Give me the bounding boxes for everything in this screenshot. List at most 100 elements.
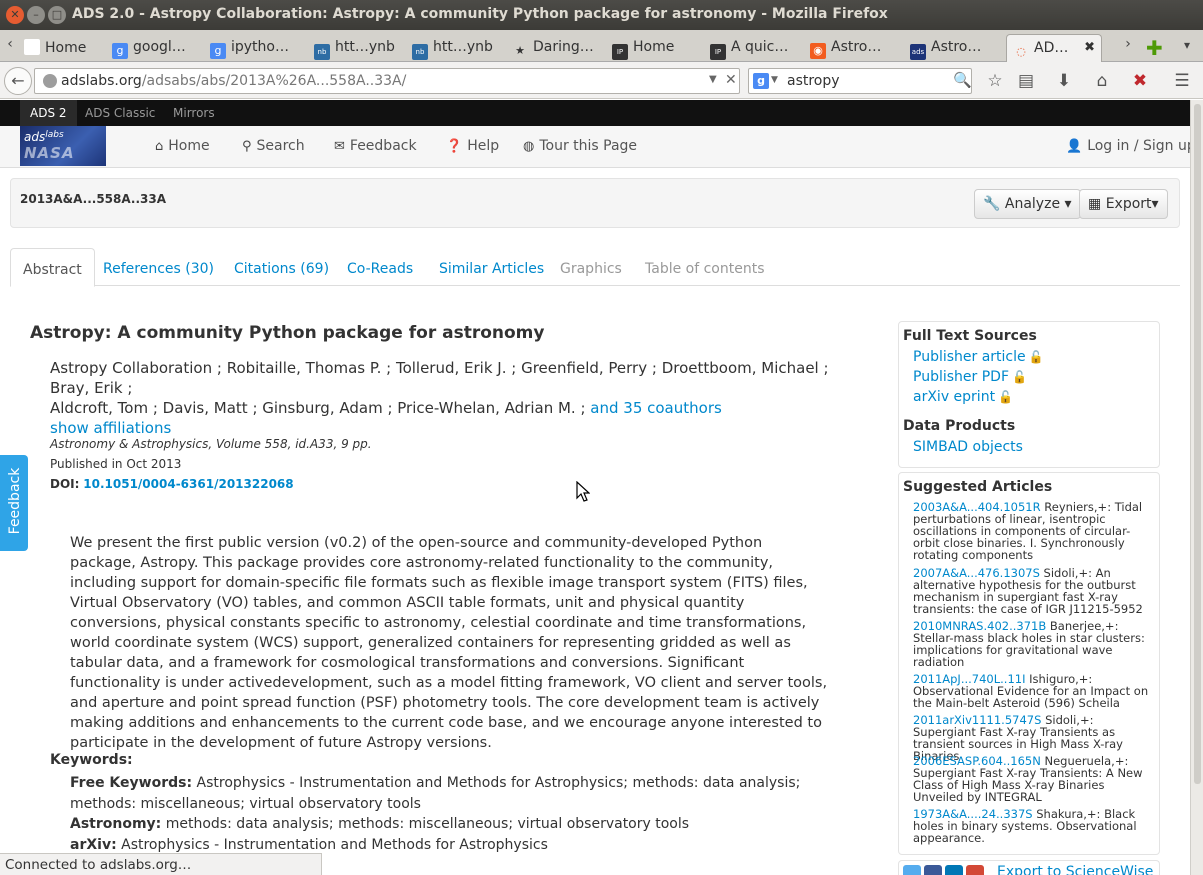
search-input[interactable]: astropy bbox=[787, 73, 840, 89]
author-list: Astropy Collaboration ; Robitaille, Thom… bbox=[50, 358, 850, 438]
browser-tab[interactable]: IP Home bbox=[606, 34, 702, 62]
simbad-objects-link[interactable]: SIMBAD objects bbox=[913, 439, 1023, 455]
window-title: ADS 2.0 - Astropy Collaboration: Astropy… bbox=[72, 6, 888, 22]
google-engine-icon[interactable]: g bbox=[753, 73, 769, 89]
publication-info: Astronomy & Astrophysics, Volume 558, id… bbox=[50, 434, 372, 494]
browser-tab[interactable]: ◉ Astro… bbox=[804, 34, 902, 62]
browser-tab[interactable]: nb htt…ynb bbox=[406, 34, 504, 62]
publisher-article-label: Publisher article bbox=[913, 349, 1026, 365]
analyze-button[interactable]: 🔧 Analyze ▾ bbox=[974, 189, 1081, 219]
back-button[interactable]: ← bbox=[4, 67, 32, 95]
tab-co-reads[interactable]: Co-Reads bbox=[347, 261, 413, 277]
ads-classic-link[interactable]: ADS Classic bbox=[85, 106, 155, 120]
doi-link[interactable]: 10.1051/0004-6361/201322068 bbox=[83, 477, 293, 491]
browser-tab[interactable]: IP A quic… bbox=[704, 34, 802, 62]
new-tab-icon[interactable]: ✚ bbox=[1146, 36, 1163, 60]
nav-tour[interactable]: ◍ Tour this Page bbox=[523, 138, 637, 154]
nav-help[interactable]: ❓ Help bbox=[446, 138, 499, 154]
astronomy-keywords-value: methods: data analysis; methods: miscell… bbox=[165, 816, 690, 832]
page-title: Astropy: A community Python package for … bbox=[30, 323, 545, 343]
publisher-article-link[interactable]: Publisher article 🔓 bbox=[913, 349, 1044, 365]
url-host: adslabs.org bbox=[61, 73, 142, 89]
tab-references[interactable]: References (30) bbox=[103, 261, 214, 277]
export-sciencewise-link[interactable]: Export to ScienceWise bbox=[997, 864, 1153, 875]
stop-icon[interactable]: ✕ bbox=[725, 72, 737, 88]
tabs-scroll-right-icon[interactable]: › bbox=[1120, 36, 1136, 56]
bookmarks-list-icon[interactable]: ▤ bbox=[1015, 71, 1037, 91]
suggested-articles-box: Suggested Articles 2003A&A...404.1051R R… bbox=[898, 472, 1160, 855]
scrollbar-thumb[interactable] bbox=[1194, 104, 1201, 784]
browser-tab[interactable]: g ipytho… bbox=[204, 34, 306, 62]
adslabs-logo[interactable]: adslabs NASA bbox=[20, 126, 106, 166]
browser-navbar: ← adslabs.org/adsabs/abs/2013A%26A...558… bbox=[0, 62, 1203, 99]
feedback-side-tab[interactable]: Feedback bbox=[0, 455, 28, 551]
browser-tab-label: Home bbox=[633, 39, 675, 55]
tabs-scroll-left-icon[interactable]: ‹ bbox=[2, 36, 18, 56]
page-scrollbar[interactable] bbox=[1190, 100, 1203, 875]
page-icon bbox=[24, 39, 40, 55]
window-maximize-button[interactable]: □ bbox=[48, 6, 66, 24]
search-bar[interactable]: g ▼ astropy 🔍 bbox=[748, 68, 972, 94]
tab-graphics: Graphics bbox=[560, 261, 622, 277]
linkedin-icon[interactable] bbox=[945, 865, 963, 875]
browser-tab[interactable]: nb htt…ynb bbox=[308, 34, 404, 62]
twitter-icon[interactable] bbox=[903, 865, 921, 875]
browser-tab[interactable]: ◌ AD… ✖ bbox=[1006, 34, 1102, 62]
browser-tab[interactable]: ads Astro… bbox=[904, 34, 1004, 62]
google-icon: g bbox=[112, 43, 128, 59]
browser-tab[interactable]: ★ Daring… bbox=[506, 34, 604, 62]
window-minimize-button[interactable]: – bbox=[27, 6, 45, 24]
feedback-side-tab-label: Feedback bbox=[7, 467, 23, 535]
mouse-cursor-icon bbox=[576, 481, 590, 502]
browser-tab-label: A quic… bbox=[731, 39, 789, 55]
caret-down-icon: ▾ bbox=[1064, 196, 1072, 212]
googleplus-icon[interactable] bbox=[966, 865, 984, 875]
addon-icon[interactable]: ✖ bbox=[1129, 71, 1151, 91]
question-icon: ❓ bbox=[446, 139, 463, 154]
facebook-icon[interactable] bbox=[924, 865, 942, 875]
browser-tab-label: googl… bbox=[133, 39, 186, 55]
envelope-icon: ✉ bbox=[334, 139, 345, 154]
suggested-article: 2003A&A...404.1051R Reyniers,+: Tidal pe… bbox=[913, 501, 1155, 561]
login-link[interactable]: 👤 Log in / Sign up bbox=[1066, 138, 1196, 154]
publisher-pdf-link[interactable]: Publisher PDF 🔓 bbox=[913, 369, 1027, 385]
tab-similar-articles[interactable]: Similar Articles bbox=[439, 261, 544, 277]
globe-icon bbox=[43, 74, 57, 88]
url-bar[interactable]: adslabs.org/adsabs/abs/2013A%26A...558A.… bbox=[34, 68, 740, 94]
wrench-icon: 🔧 bbox=[983, 196, 1001, 212]
tab-citations[interactable]: Citations (69) bbox=[234, 261, 329, 277]
bibcode: 2013A&A...558A..33A bbox=[20, 192, 166, 206]
nav-home[interactable]: ⌂ Home bbox=[155, 138, 210, 154]
search-icon[interactable]: 🔍 bbox=[953, 71, 972, 89]
arxiv-eprint-link[interactable]: arXiv eprint 🔓 bbox=[913, 389, 1013, 405]
export-button[interactable]: ▦ Export▾ bbox=[1079, 189, 1168, 219]
url-history-dropdown-icon[interactable]: ▼ bbox=[709, 74, 717, 85]
bookmark-star-icon[interactable]: ☆ bbox=[984, 71, 1006, 91]
tab-abstract[interactable]: Abstract bbox=[10, 248, 95, 287]
google-icon: g bbox=[210, 43, 226, 59]
home-icon[interactable]: ⌂ bbox=[1091, 71, 1113, 91]
mirrors-link[interactable]: Mirrors bbox=[173, 106, 215, 120]
nbviewer-icon: nb bbox=[412, 44, 428, 60]
window-close-button[interactable]: ✕ bbox=[6, 6, 24, 24]
url-text[interactable]: adslabs.org/adsabs/abs/2013A%26A...558A.… bbox=[61, 73, 406, 89]
arxiv-keywords-value: Astrophysics - Instrumentation and Metho… bbox=[121, 837, 548, 853]
nav-search[interactable]: ⚲ Search bbox=[242, 138, 305, 154]
share-box: Export to ScienceWise bbox=[898, 860, 1160, 875]
coauthors-link[interactable]: and 35 coauthors bbox=[590, 399, 722, 417]
logo-nasa: NASA bbox=[24, 144, 75, 162]
download-icon[interactable]: ⬇ bbox=[1053, 71, 1075, 91]
browser-tab[interactable]: g googl… bbox=[106, 34, 202, 62]
authors-line-2: Aldcroft, Tom ; Davis, Matt ; Ginsburg, … bbox=[50, 398, 850, 418]
authors-line-2-text: Aldcroft, Tom ; Davis, Matt ; Ginsburg, … bbox=[50, 399, 586, 417]
published-date: Published in Oct 2013 bbox=[50, 457, 182, 471]
nav-feedback[interactable]: ✉ Feedback bbox=[334, 138, 417, 154]
tab-list-dropdown-icon[interactable]: ▾ bbox=[1184, 38, 1190, 52]
close-tab-icon[interactable]: ✖ bbox=[1084, 40, 1095, 55]
engine-dropdown-icon[interactable]: ▼ bbox=[771, 75, 778, 85]
ads-topbar: ADS 2 ADS Classic Mirrors bbox=[0, 100, 1190, 126]
menu-icon[interactable]: ☰ bbox=[1171, 71, 1193, 91]
browser-tab[interactable]: Home bbox=[18, 34, 104, 62]
ads2-link[interactable]: ADS 2 bbox=[20, 100, 77, 126]
browser-tab-label: Home bbox=[45, 40, 87, 56]
